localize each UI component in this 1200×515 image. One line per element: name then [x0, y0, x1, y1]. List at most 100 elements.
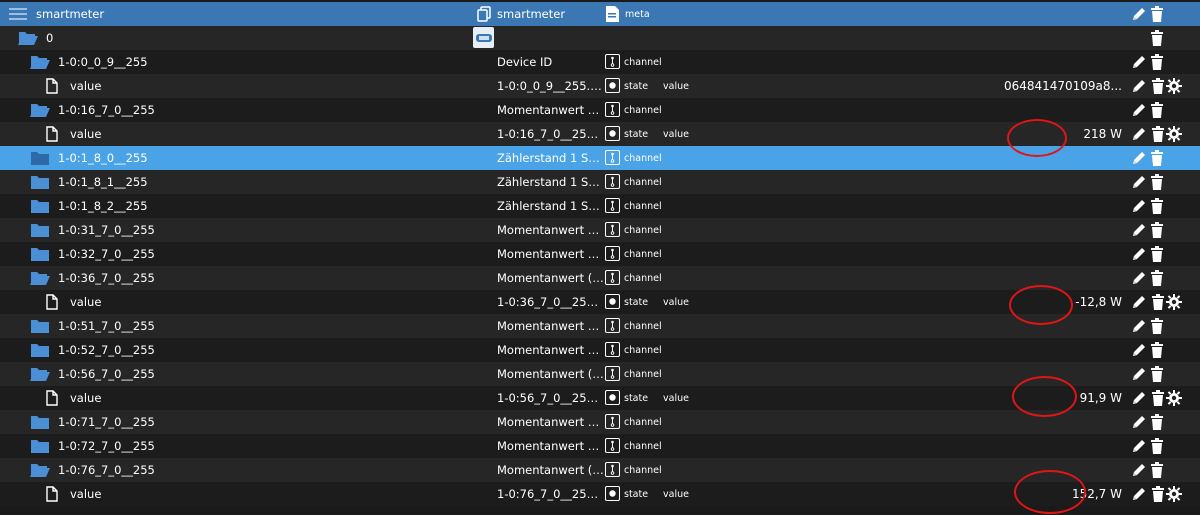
- tree-row[interactable]: 1-0:76_7_0__255 Momentanwert (Total) chann…: [0, 458, 1200, 482]
- tree-row[interactable]: 1-0:72_7_0__255 Momentanwert L3 S... chann…: [0, 434, 1200, 458]
- tree-row[interactable]: 1-0:32_7_0__255 Momentanwert L1 S... chann…: [0, 242, 1200, 266]
- row-name[interactable]: 1-0:51_7_0__255: [30, 314, 155, 338]
- file-icon[interactable]: [42, 486, 62, 502]
- file-icon[interactable]: [42, 126, 62, 142]
- row-name[interactable]: 1-0:56_7_0__255: [30, 362, 155, 386]
- edit-icon[interactable]: [1131, 126, 1147, 142]
- file-icon[interactable]: [42, 294, 62, 310]
- row-value[interactable]: 218 W: [1083, 127, 1122, 141]
- settings-gear-icon[interactable]: [1166, 294, 1182, 310]
- row-name[interactable]: 0: [18, 26, 53, 50]
- delete-icon[interactable]: [1150, 342, 1166, 358]
- folder-icon[interactable]: [30, 174, 50, 190]
- tree-header-row[interactable]: smartmeter smartmeter meta: [0, 2, 1200, 26]
- delete-icon[interactable]: [1150, 174, 1166, 190]
- row-name[interactable]: 1-0:52_7_0__255: [30, 338, 155, 362]
- folder-icon[interactable]: [30, 246, 50, 262]
- settings-gear-icon[interactable]: [1166, 390, 1182, 406]
- delete-icon[interactable]: [1151, 294, 1167, 310]
- edit-icon[interactable]: [1131, 414, 1147, 430]
- folder-icon[interactable]: [30, 342, 50, 358]
- tree-row[interactable]: 1-0:56_7_0__255 Momentanwert (Total) chann…: [0, 362, 1200, 386]
- delete-icon[interactable]: [1151, 78, 1167, 94]
- edit-icon[interactable]: [1131, 150, 1147, 166]
- state-row[interactable]: value 1-0:0_0_9__255.value state value 06484…: [0, 74, 1200, 98]
- tree-row[interactable]: 1-0:51_7_0__255 Momentanwert L2 St... chan…: [0, 314, 1200, 338]
- edit-icon[interactable]: [1131, 486, 1147, 502]
- tree-row[interactable]: 1-0:1_8_1__255 Zählerstand 1 Summ... chann…: [0, 170, 1200, 194]
- delete-icon[interactable]: [1150, 54, 1166, 70]
- edit-icon[interactable]: [1131, 318, 1147, 334]
- delete-icon[interactable]: [1150, 198, 1166, 214]
- settings-gear-icon[interactable]: [1166, 78, 1182, 94]
- delete-icon[interactable]: [1150, 366, 1166, 382]
- delete-icon[interactable]: [1151, 126, 1167, 142]
- row-name[interactable]: 1-0:1_8_0__255: [30, 146, 148, 170]
- folder-open-icon[interactable]: [30, 54, 50, 70]
- delete-icon[interactable]: [1150, 270, 1166, 286]
- tree-row[interactable]: 1-0:31_7_0__255 Momentanwert L1 St... chan…: [0, 218, 1200, 242]
- tree-row[interactable]: 1-0:1_8_0__255 Zählerstand 1 Summ... chann…: [0, 146, 1200, 170]
- row-name[interactable]: 1-0:72_7_0__255: [30, 434, 155, 458]
- row-name[interactable]: 1-0:36_7_0__255: [30, 266, 155, 290]
- edit-icon[interactable]: [1131, 54, 1147, 70]
- row-value[interactable]: 152,7 W: [1072, 487, 1122, 501]
- copy-icon[interactable]: [477, 6, 491, 25]
- edit-icon[interactable]: [1131, 366, 1147, 382]
- folder-icon[interactable]: [30, 414, 50, 430]
- folder-icon[interactable]: [30, 222, 50, 238]
- row-name[interactable]: 1-0:31_7_0__255: [30, 218, 155, 242]
- folder-open-icon[interactable]: [30, 462, 50, 478]
- delete-icon[interactable]: [1150, 414, 1166, 430]
- delete-icon[interactable]: [1150, 30, 1166, 46]
- delete-icon[interactable]: [1150, 438, 1166, 454]
- file-icon[interactable]: [42, 78, 62, 94]
- folder-open-icon[interactable]: [30, 366, 50, 382]
- row-value[interactable]: -12,8 W: [1075, 295, 1122, 309]
- delete-icon[interactable]: [1150, 462, 1166, 478]
- edit-icon[interactable]: [1131, 174, 1147, 190]
- edit-icon[interactable]: [1131, 294, 1147, 310]
- delete-icon[interactable]: [1150, 318, 1166, 334]
- edit-icon[interactable]: [1131, 462, 1147, 478]
- settings-gear-icon[interactable]: [1166, 486, 1182, 502]
- row-name[interactable]: 1-0:32_7_0__255: [30, 242, 155, 266]
- row-name[interactable]: 1-0:0_0_9__255: [30, 50, 148, 74]
- delete-icon[interactable]: [1151, 390, 1167, 406]
- tree-row[interactable]: 1-0:0_0_9__255 Device ID channel: [0, 50, 1200, 74]
- state-row[interactable]: value 1-0:36_7_0__255.value state value -12,…: [0, 290, 1200, 314]
- row-name[interactable]: 1-0:71_7_0__255: [30, 410, 155, 434]
- tree-row[interactable]: 1-0:16_7_0__255 Momentanwert Gesa... chann…: [0, 98, 1200, 122]
- folder-open-icon[interactable]: [18, 30, 38, 46]
- folder-icon[interactable]: [30, 318, 50, 334]
- edit-icon[interactable]: [1131, 342, 1147, 358]
- edit-icon[interactable]: [1131, 78, 1147, 94]
- tree-row[interactable]: 1-0:71_7_0__255 Momentanwert L3 St... chan…: [0, 410, 1200, 434]
- edit-icon[interactable]: [1131, 270, 1147, 286]
- edit-icon[interactable]: [1131, 102, 1147, 118]
- edit-icon[interactable]: [1131, 222, 1147, 238]
- edit-icon[interactable]: [1131, 390, 1147, 406]
- tree-row[interactable]: 0: [0, 26, 1200, 50]
- tree-row[interactable]: 1-0:52_7_0__255 Momentanwert L2 S... chann…: [0, 338, 1200, 362]
- file-icon[interactable]: [42, 390, 62, 406]
- folder-open-icon[interactable]: [30, 270, 50, 286]
- tree-row[interactable]: 1-0:36_7_0__255 Momentanwert (Total) chann…: [0, 266, 1200, 290]
- delete-icon[interactable]: [1150, 246, 1166, 262]
- row-name[interactable]: value: [42, 386, 101, 410]
- row-name[interactable]: 1-0:76_7_0__255: [30, 458, 155, 482]
- state-row[interactable]: value 1-0:16_7_0__255.value state value 218 …: [0, 122, 1200, 146]
- state-row[interactable]: value 1-0:76_7_0__255.value state value 152,…: [0, 482, 1200, 506]
- row-name[interactable]: value: [42, 74, 101, 98]
- edit-icon[interactable]: [1131, 438, 1147, 454]
- delete-icon[interactable]: [1150, 222, 1166, 238]
- delete-icon[interactable]: [1150, 102, 1166, 118]
- folder-open-icon[interactable]: [30, 102, 50, 118]
- row-value[interactable]: 91,9 W: [1080, 391, 1122, 405]
- edit-icon[interactable]: [1131, 6, 1147, 22]
- delete-icon[interactable]: [1150, 6, 1166, 22]
- row-name[interactable]: value: [42, 290, 101, 314]
- delete-icon[interactable]: [1150, 150, 1166, 166]
- row-name[interactable]: 1-0:1_8_1__255: [30, 170, 148, 194]
- tree-row[interactable]: 1-0:1_8_2__255 Zählerstand 1 Summ... chann…: [0, 194, 1200, 218]
